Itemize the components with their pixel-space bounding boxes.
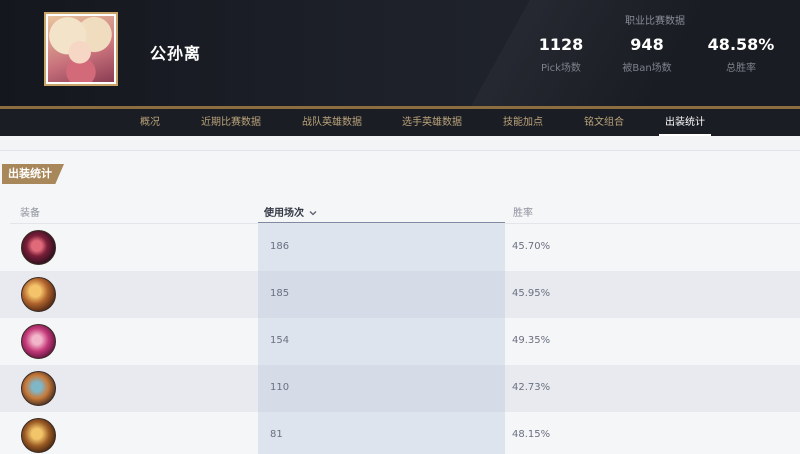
table-row: 185 45.95% (0, 271, 800, 318)
hero-header: 公孙离 职业比赛数据 1128 Pick场数 948 被Ban场数 48.58%… (0, 0, 800, 108)
chevron-down-icon (310, 211, 317, 216)
ban-count-label: 被Ban场数 (622, 63, 672, 74)
equipment-item-icon[interactable] (21, 324, 56, 359)
tab-skill-points[interactable]: 技能加点 (503, 109, 543, 136)
total-win-rate-stat: 48.58% 总胜率 (704, 35, 778, 74)
usage-cell-bg (258, 224, 505, 271)
hero-avatar-frame (44, 12, 118, 86)
ban-count-value: 948 (630, 35, 664, 54)
table-row: 110 42.73% (0, 365, 800, 412)
pick-count-label: Pick场数 (541, 63, 581, 74)
usage-count: 186 (270, 241, 290, 252)
column-header-usage[interactable]: 使用场次 (264, 204, 317, 222)
usage-cell-bg (258, 271, 505, 318)
tab-overview[interactable]: 概况 (140, 109, 160, 136)
win-rate: 45.70% (512, 241, 551, 252)
tab-equipment-stats[interactable]: 出装统计 (659, 109, 711, 136)
equipment-table: 186 45.70% 185 45.95% 154 49.35% 110 42.… (0, 224, 800, 454)
table-row: 186 45.70% (0, 224, 800, 271)
win-rate: 48.15% (512, 429, 551, 440)
table-row: 154 49.35% (0, 318, 800, 365)
tab-bar: 概况 近期比赛数据 战队英雄数据 选手英雄数据 技能加点 铭文组合 出装统计 (0, 109, 800, 136)
hero-avatar (48, 16, 114, 82)
tab-inscriptions[interactable]: 铭文组合 (584, 109, 624, 136)
usage-count: 81 (270, 429, 283, 440)
pick-count-value: 1128 (538, 35, 584, 54)
usage-count: 185 (270, 288, 290, 299)
column-header-usage-label: 使用场次 (264, 208, 304, 219)
equipment-item-icon[interactable] (21, 418, 56, 453)
win-rate: 49.35% (512, 335, 551, 346)
tab-team-hero-data[interactable]: 战队英雄数据 (302, 109, 362, 136)
usage-count: 154 (270, 335, 290, 346)
table-row: 81 48.15% (0, 412, 800, 454)
ban-count-stat: 948 被Ban场数 (616, 35, 678, 74)
column-header-equipment: 装备 (20, 208, 40, 219)
total-win-rate-value: 48.58% (707, 35, 775, 54)
pick-count-stat: 1128 Pick场数 (530, 35, 592, 74)
hero-name: 公孙离 (150, 44, 202, 63)
total-win-rate-label: 总胜率 (726, 63, 756, 74)
column-header-win-rate: 胜率 (513, 208, 533, 219)
usage-count: 110 (270, 382, 290, 393)
win-rate: 42.73% (512, 382, 551, 393)
section-title: 出装统计 (2, 164, 64, 184)
usage-cell-bg (258, 365, 505, 412)
win-rate: 45.95% (512, 288, 551, 299)
equipment-item-icon[interactable] (21, 230, 56, 265)
career-stats-title: 职业比赛数据 (625, 16, 685, 27)
tab-recent-matches[interactable]: 近期比赛数据 (201, 109, 261, 136)
tab-player-hero-data[interactable]: 选手英雄数据 (402, 109, 462, 136)
equipment-item-icon[interactable] (21, 371, 56, 406)
usage-cell-bg (258, 318, 505, 365)
equipment-stats-panel: 出装统计 装备 使用场次 胜率 186 45.70% 185 45.95% 15… (0, 150, 800, 454)
equipment-item-icon[interactable] (21, 277, 56, 312)
usage-cell-bg (258, 412, 505, 454)
